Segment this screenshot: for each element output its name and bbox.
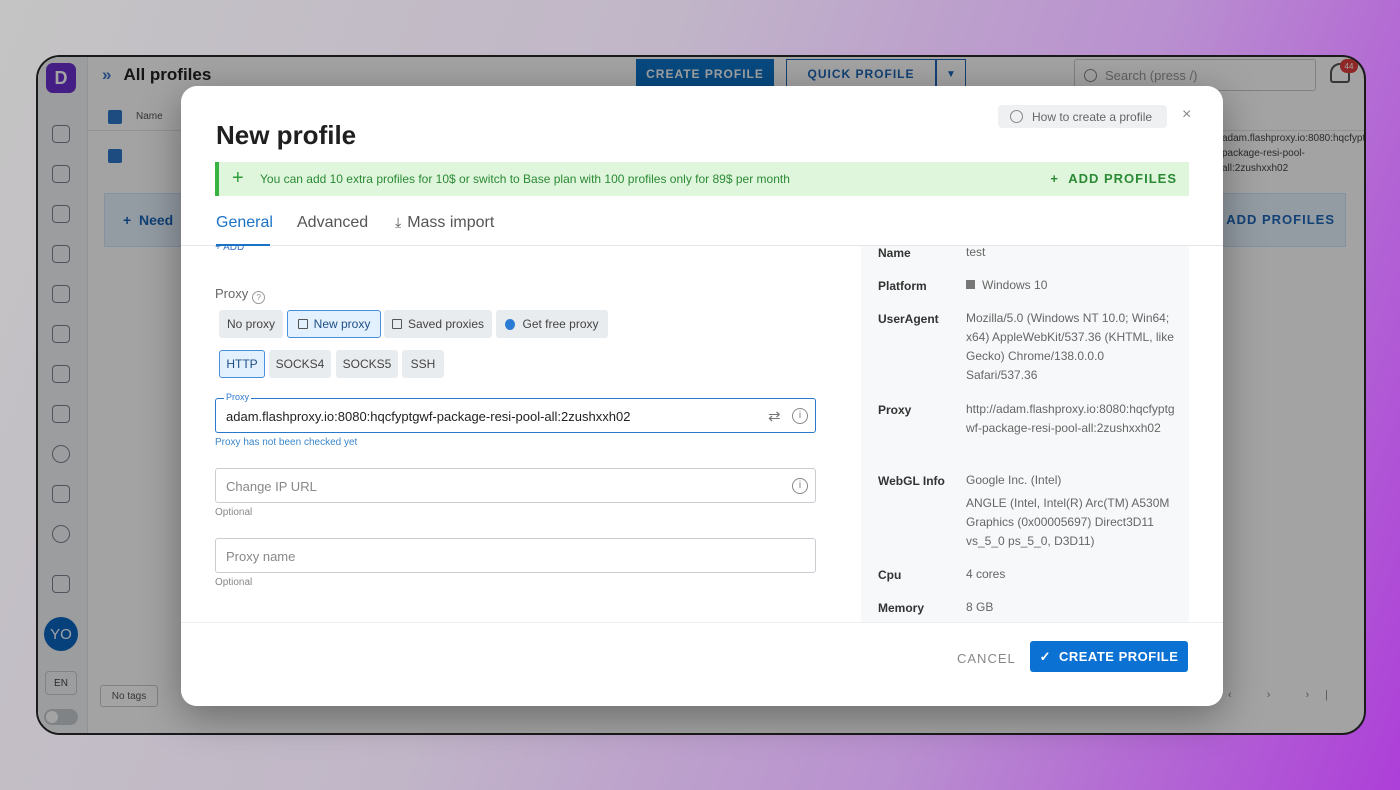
proxy-name-field[interactable]: Proxy name	[215, 538, 816, 573]
new-proxy-label: New proxy	[313, 317, 371, 331]
get-free-proxy-label: Get free proxy	[522, 317, 599, 331]
add-profiles-button[interactable]: + ADD PROFILES	[1050, 171, 1177, 186]
close-icon[interactable]: ×	[1182, 106, 1191, 124]
create-profile-label: CREATE PROFILE	[1058, 649, 1179, 664]
add-profiles-label: ADD PROFILES	[1068, 171, 1177, 186]
proxy-field-label: Proxy	[224, 392, 252, 402]
dialog-footer: CANCEL ✓ CREATE PROFILE	[181, 622, 1223, 706]
info-icon[interactable]: i	[792, 408, 808, 424]
create-profile-button[interactable]: ✓ CREATE PROFILE	[1030, 641, 1188, 672]
bookmark-icon	[391, 319, 402, 329]
saved-proxies-label: Saved proxies	[407, 317, 485, 331]
info-icon[interactable]: ?	[252, 291, 266, 304]
tab-mass-import-label: Mass import	[407, 214, 495, 231]
protocol-http[interactable]: HTTP	[219, 350, 265, 378]
summary-webgl-vendor: Google Inc. (Intel)	[966, 473, 1062, 487]
protocol-socks5[interactable]: SOCKS5	[336, 350, 398, 378]
dialog-tabs: General Advanced ⤓ Mass import	[181, 204, 1223, 246]
change-ip-url-field[interactable]: Change IP URL i	[215, 468, 816, 503]
swap-icon[interactable]: ⇄	[768, 407, 781, 425]
how-to-create-label: How to create a profile	[1032, 109, 1153, 124]
protocol-ssh[interactable]: SSH	[402, 350, 444, 378]
change-ip-url-hint: Optional	[215, 507, 253, 518]
summary-platform-text: Windows 10	[982, 278, 1048, 292]
tab-mass-import[interactable]: ⤓ Mass import	[395, 214, 494, 232]
summary-cpu-key: Cpu	[878, 568, 902, 582]
info-icon[interactable]: i	[792, 478, 808, 494]
proxy-field[interactable]: Proxy adam.flashproxy.io:8080:hqcfyptgwf…	[215, 392, 816, 433]
new-profile-dialog: New profile How to create a profile × + …	[181, 86, 1223, 706]
proxy-status-text: Proxy has not been checked yet	[215, 437, 358, 448]
proxy-section-text: Proxy	[215, 286, 249, 301]
cancel-button[interactable]: CANCEL	[957, 651, 1016, 666]
summary-memory-value: 8 GB	[966, 600, 994, 614]
proxy-mode-saved-proxies[interactable]: Saved proxies	[384, 310, 492, 338]
proxy-form: + ADD Proxy? No proxy New proxy Saved pr…	[181, 246, 861, 622]
proxy-provider-icon	[505, 318, 516, 330]
proxy-section-label: Proxy?	[215, 286, 266, 304]
plus-icon: +	[232, 167, 244, 189]
proxy-mode-new-proxy[interactable]: New proxy	[287, 310, 381, 338]
proxy-name-placeholder: Proxy name	[226, 549, 296, 564]
upgrade-promo-banner: + You can add 10 extra profiles for 10$ …	[215, 162, 1189, 196]
how-to-create-link[interactable]: How to create a profile	[998, 105, 1167, 128]
summary-webgl-renderer: ANGLE (Intel, Intel(R) Arc(TM) A530M Gra…	[966, 496, 1170, 548]
download-icon: ⤓	[395, 214, 402, 230]
summary-proxy-key: Proxy	[878, 403, 912, 417]
change-ip-url-placeholder: Change IP URL	[226, 479, 317, 494]
summary-name-key: Name	[878, 246, 911, 260]
profile-summary-panel: Name test Platform Windows 10 UserAgent …	[861, 246, 1189, 622]
summary-platform-key: Platform	[878, 279, 927, 293]
summary-webgl-key: WebGL Info	[878, 474, 945, 488]
summary-platform-value: Windows 10	[966, 276, 1176, 295]
new-proxy-icon	[297, 319, 308, 329]
check-icon: ✓	[1039, 648, 1051, 664]
summary-name-value: test	[966, 246, 986, 259]
proxy-mode-get-free-proxy[interactable]: Get free proxy	[496, 310, 608, 338]
tab-general[interactable]: General	[216, 214, 273, 232]
dialog-title: New profile	[216, 120, 357, 150]
summary-memory-key: Memory	[878, 601, 925, 615]
summary-proxy-value: http://adam.flashproxy.io:8080:hqcfyptgw…	[966, 402, 1175, 435]
summary-useragent-value: Mozilla/5.0 (Windows NT 10.0; Win64; x64…	[966, 311, 1174, 382]
lifebuoy-icon	[1010, 110, 1023, 123]
summary-useragent-key: UserAgent	[878, 312, 939, 326]
proxy-mode-no-proxy[interactable]: No proxy	[219, 310, 283, 338]
proxy-field-value[interactable]: adam.flashproxy.io:8080:hqcfyptgwf-packa…	[226, 409, 630, 424]
promo-text: You can add 10 extra profiles for 10$ or…	[260, 172, 790, 186]
add-link-partial[interactable]: + ADD	[215, 246, 244, 253]
proxy-name-hint: Optional	[215, 577, 253, 588]
windows-icon	[966, 280, 975, 289]
tab-advanced[interactable]: Advanced	[297, 214, 368, 232]
summary-cpu-value: 4 cores	[966, 567, 1006, 581]
protocol-socks4[interactable]: SOCKS4	[269, 350, 331, 378]
